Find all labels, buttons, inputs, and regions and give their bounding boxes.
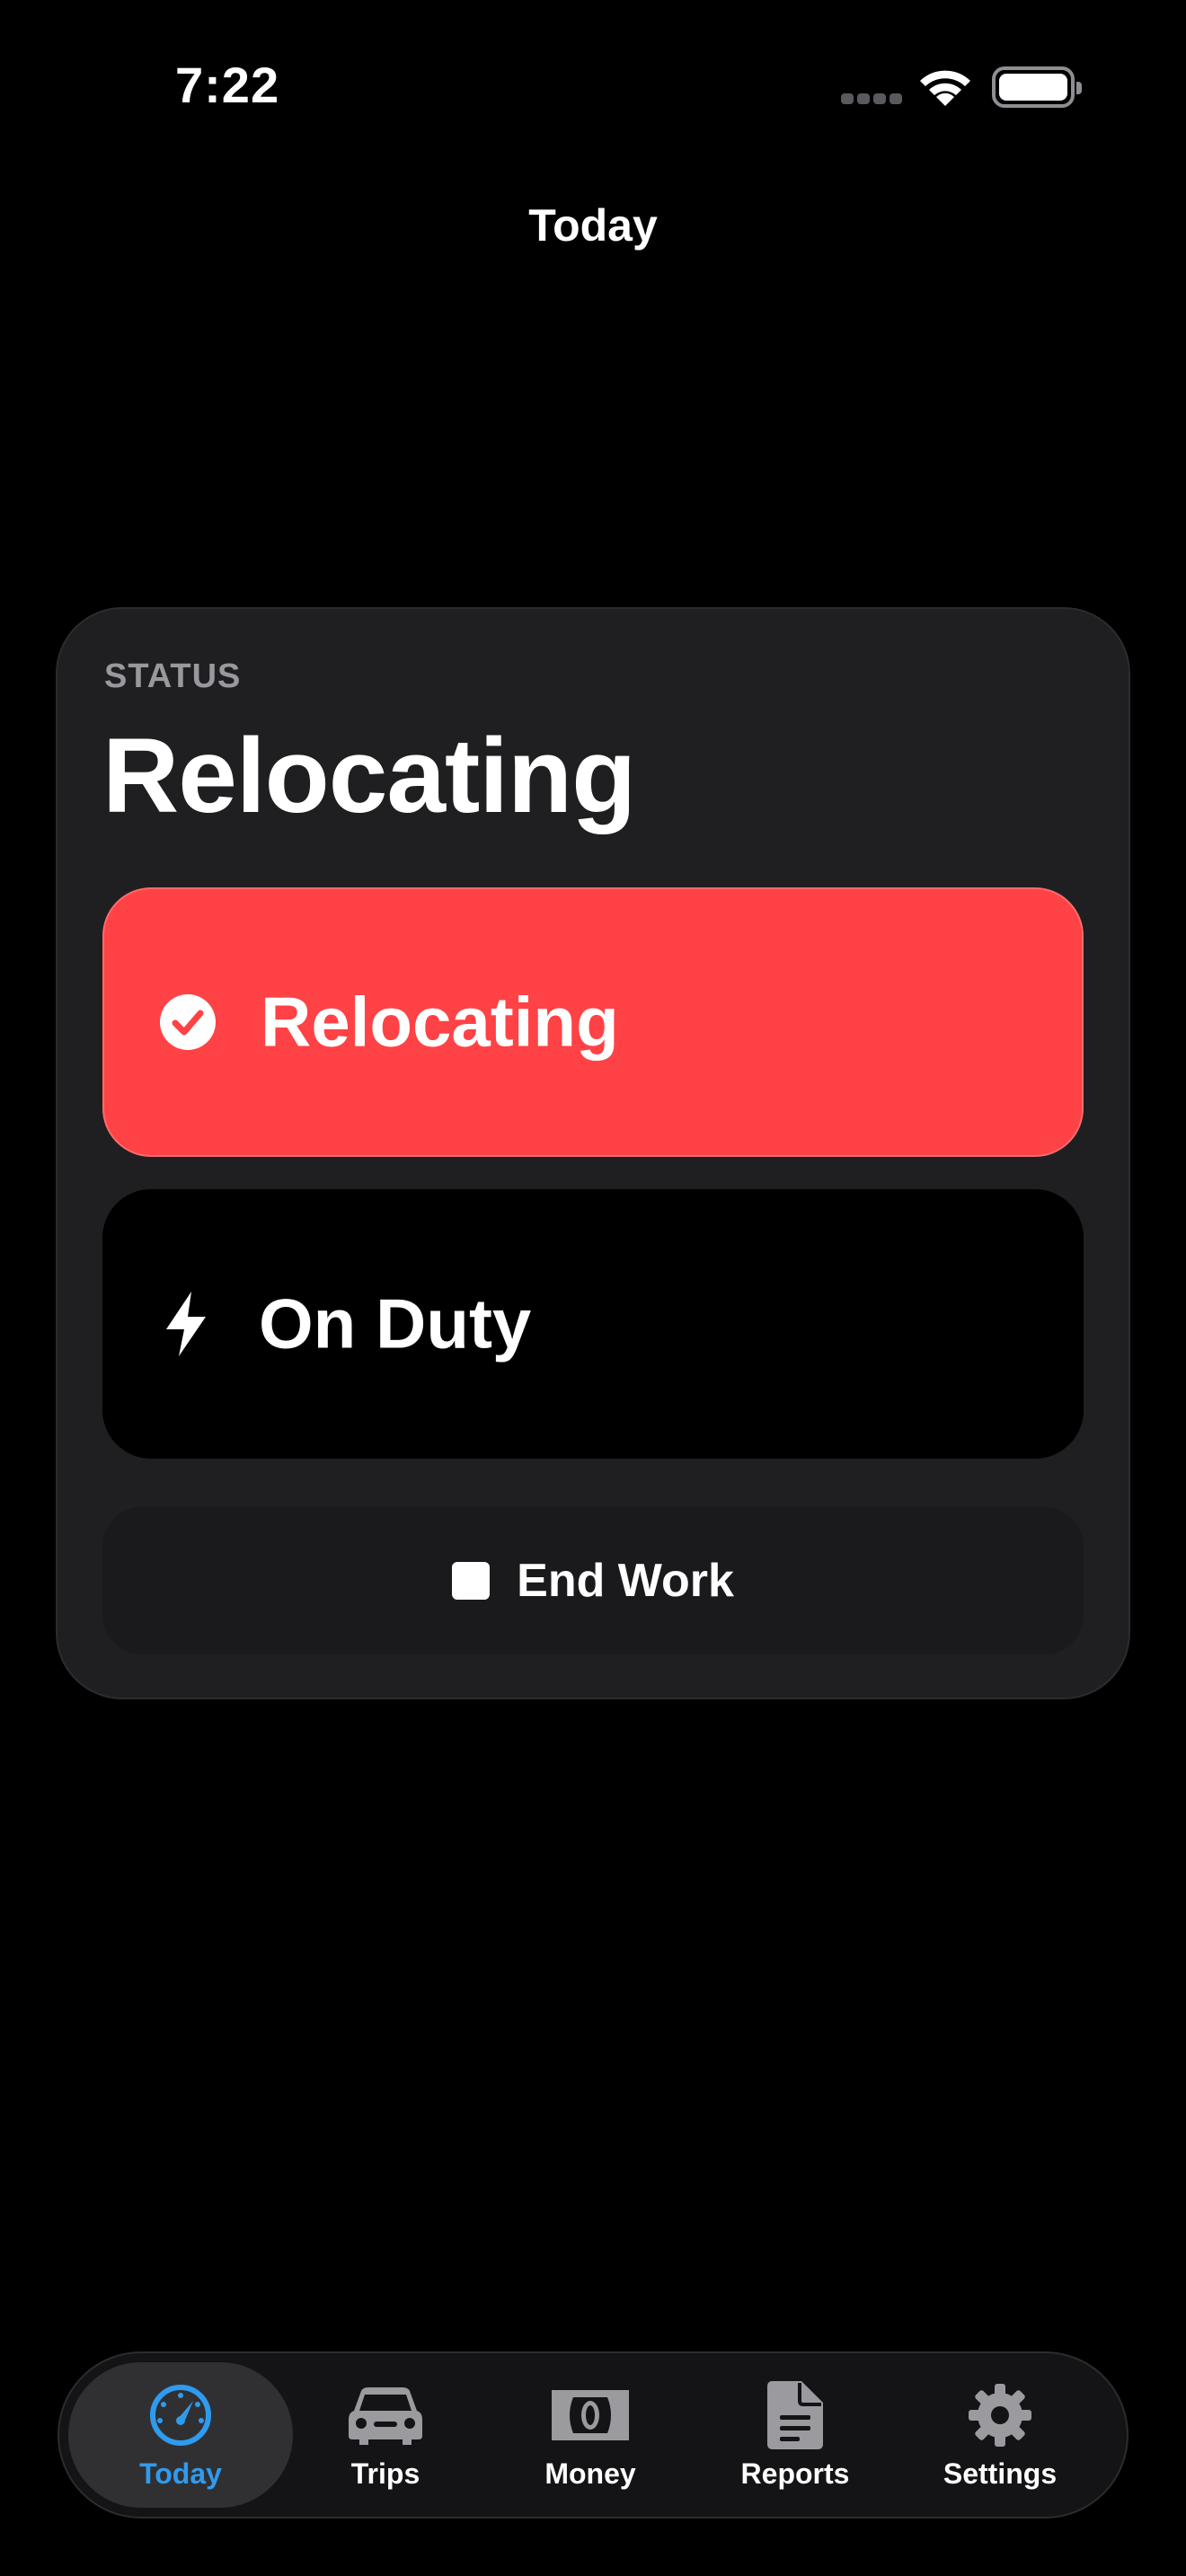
checkmark-circle-icon [158,992,217,1052]
tab-label: Settings [943,2457,1058,2490]
status-card: STATUS Relocating Relocating On Duty End… [56,607,1130,1699]
tab-bar: Today Trips Money Reports Settings [58,2351,1128,2519]
end-work-button[interactable]: End Work [102,1507,1084,1654]
today-screen: 7:22 Today STATUS Relocating Relocating … [0,0,1186,2576]
bolt-icon [156,1292,216,1356]
speedometer-icon [140,2380,221,2450]
current-status: Relocating [102,717,636,835]
status-option-relocating[interactable]: Relocating [102,887,1084,1157]
tab-label: Reports [740,2457,850,2490]
tab-reports[interactable]: Reports [683,2362,907,2508]
gear-icon [960,2380,1040,2450]
status-option-label: On Duty [259,1284,532,1363]
banknote-icon [550,2380,631,2450]
wifi-icon [916,65,974,110]
tab-trips[interactable]: Trips [273,2362,498,2508]
battery-icon [992,66,1082,108]
status-option-label: Relocating [261,982,619,1062]
tab-label: Today [139,2457,222,2490]
status-bar: 7:22 [0,0,1186,171]
tab-today[interactable]: Today [68,2362,293,2508]
tab-settings[interactable]: Settings [888,2362,1112,2508]
tab-label: Trips [350,2457,420,2490]
page-title: Today [528,200,658,251]
document-icon [755,2380,836,2450]
end-work-label: End Work [517,1555,734,1607]
status-option-on-duty[interactable]: On Duty [102,1189,1084,1459]
car-icon [345,2380,426,2450]
clock: 7:22 [175,57,280,113]
cellular-signal-icon [841,93,902,106]
tab-money[interactable]: Money [478,2362,703,2508]
status-label: STATUS [104,657,242,695]
tab-label: Money [544,2457,636,2490]
stop-icon [452,1562,491,1600]
